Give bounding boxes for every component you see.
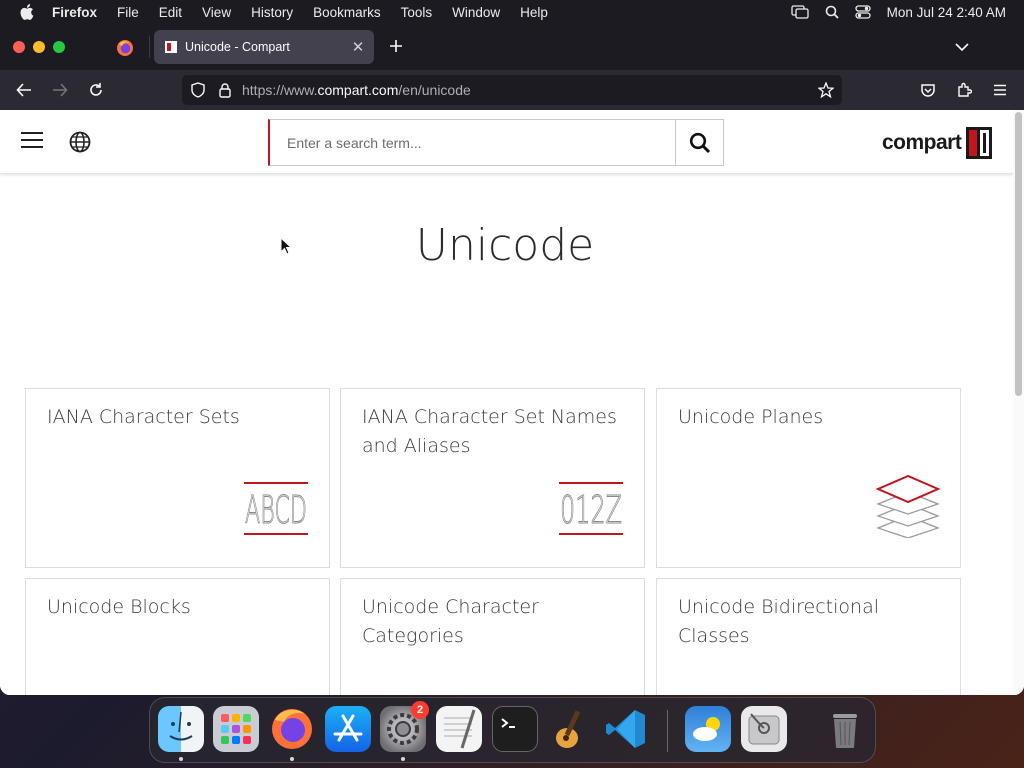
reload-icon[interactable] [86, 80, 106, 100]
search-button[interactable] [676, 119, 724, 166]
site-search [268, 119, 724, 166]
card-unicode-bidirectional-classes[interactable]: Unicode Bidirectional Classes [656, 578, 961, 695]
card-unicode-character-categories[interactable]: Unicode Character Categories [340, 578, 645, 695]
card-title: Unicode Character Categories [362, 596, 539, 647]
launchpad-icon[interactable] [213, 706, 259, 752]
tab-separator [149, 36, 150, 58]
compart-logo[interactable]: compart [882, 126, 993, 160]
running-indicator [401, 757, 405, 761]
app-menu-icon[interactable] [990, 80, 1010, 100]
address-bar[interactable]: https://www.compart.com/en/unicode [182, 75, 842, 105]
globe-language-icon[interactable] [69, 131, 91, 153]
spotlight-search-icon[interactable] [825, 5, 839, 19]
app-store-icon[interactable] [325, 706, 371, 752]
bookmark-star-icon[interactable] [816, 80, 836, 100]
extensions-puzzle-icon[interactable] [954, 80, 974, 100]
url-text[interactable]: https://www.compart.com/en/unicode [242, 82, 471, 98]
menubar-clock[interactable]: Mon Jul 24 2:40 AM [887, 5, 1006, 20]
card-title: Unicode Bidirectional Classes [678, 596, 879, 647]
tab-unicode-compart[interactable]: Unicode - Compart ✕ [154, 30, 374, 64]
page-scrollbar[interactable] [1013, 110, 1024, 695]
page-title: Unicode [415, 220, 595, 271]
zoom-window-button[interactable] [53, 41, 65, 53]
menu-help[interactable]: Help [520, 5, 548, 20]
menu-tools[interactable]: Tools [401, 5, 433, 20]
window-controls [13, 41, 65, 53]
menu-bar: Firefox File Edit View History Bookmarks… [0, 0, 1024, 24]
menu-window[interactable]: Window [452, 5, 500, 20]
card-iana-character-set-names[interactable]: IANA Character Set Names and Aliases 012… [340, 388, 645, 568]
pocket-icon[interactable] [918, 80, 938, 100]
search-icon [689, 132, 710, 153]
navigation-toolbar: https://www.compart.com/en/unicode [0, 70, 1024, 110]
svg-text:012Z: 012Z [560, 488, 622, 532]
site-header: compart [0, 110, 1013, 174]
menu-file[interactable]: File [117, 5, 139, 20]
garageband-icon[interactable] [547, 706, 593, 752]
web-page: compart Unicode IANA Character Sets ABCD… [0, 110, 1024, 695]
firefox-view-icon[interactable] [116, 39, 134, 57]
disk-utility-icon[interactable] [741, 706, 787, 752]
minimize-window-button[interactable] [33, 41, 45, 53]
menu-history[interactable]: History [251, 5, 293, 20]
compart-logo-mark-icon [966, 127, 993, 159]
menu-app-firefox[interactable]: Firefox [52, 5, 97, 20]
screen-mirroring-icon[interactable] [791, 5, 809, 19]
dock: 2 [149, 697, 876, 763]
card-iana-character-sets[interactable]: IANA Character Sets ABCD [25, 388, 330, 568]
hamburger-menu-icon[interactable] [21, 132, 43, 150]
tracking-protection-shield-icon[interactable] [188, 80, 208, 100]
scrollbar-thumb[interactable] [1015, 112, 1022, 396]
menu-edit[interactable]: Edit [159, 5, 182, 20]
list-all-tabs-icon[interactable] [952, 38, 972, 56]
vscode-icon[interactable] [603, 706, 649, 752]
svg-text:ABCD: ABCD [245, 488, 307, 532]
running-indicator [179, 757, 183, 761]
search-input[interactable] [268, 119, 676, 166]
card-title: IANA Character Set Names and Aliases [362, 406, 617, 457]
dock-separator [667, 710, 668, 752]
card-unicode-blocks[interactable]: Unicode Blocks [25, 578, 330, 695]
apple-icon[interactable] [18, 3, 36, 21]
terminal-icon[interactable] [492, 706, 538, 752]
compart-favicon-icon [165, 41, 177, 53]
forward-arrow-icon[interactable] [50, 80, 70, 100]
close-window-button[interactable] [13, 41, 25, 53]
menu-bookmarks[interactable]: Bookmarks [313, 5, 381, 20]
trash-icon[interactable] [822, 706, 868, 752]
logo-text: compart [882, 131, 962, 154]
finder-icon[interactable] [158, 706, 204, 752]
digits-icon: 012Z [558, 480, 624, 543]
tab-strip: Unicode - Compart ✕ [0, 24, 1024, 70]
textedit-icon[interactable] [436, 706, 482, 752]
tab-title: Unicode - Compart [185, 40, 290, 54]
notification-badge: 2 [411, 701, 429, 719]
card-title: Unicode Planes [678, 406, 824, 428]
browser-window: Unicode - Compart ✕ https://www.compart. [0, 24, 1024, 695]
control-center-icon[interactable] [855, 5, 871, 19]
abcd-letters-icon: ABCD [243, 480, 309, 543]
card-title: Unicode Blocks [47, 596, 191, 618]
back-arrow-icon[interactable] [14, 80, 34, 100]
card-title: IANA Character Sets [47, 406, 240, 428]
new-tab-icon[interactable] [386, 36, 406, 56]
firefox-dock-icon[interactable] [269, 706, 315, 752]
weather-icon[interactable] [685, 706, 731, 752]
layers-icon [875, 472, 941, 543]
lock-icon[interactable] [216, 80, 234, 100]
menu-view[interactable]: View [202, 5, 231, 20]
close-tab-icon[interactable]: ✕ [348, 37, 368, 57]
running-indicator [290, 757, 294, 761]
mouse-cursor-icon [280, 236, 293, 255]
card-unicode-planes[interactable]: Unicode Planes [656, 388, 961, 568]
